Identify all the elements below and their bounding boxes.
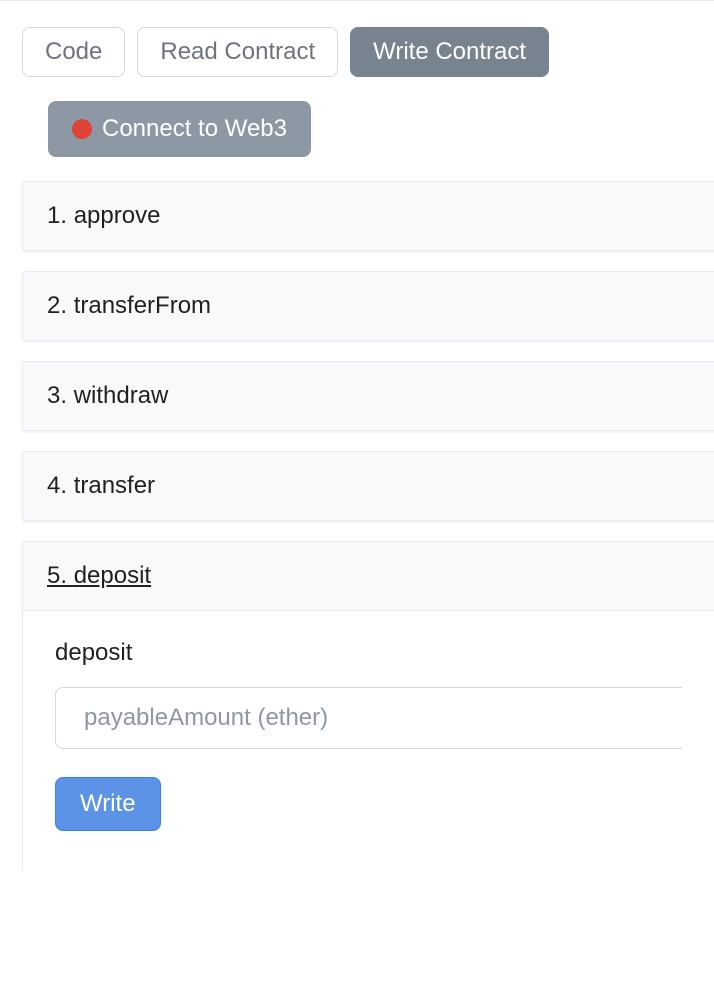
- function-item-transfer: 4. transfer: [22, 451, 714, 521]
- function-index: 3.: [47, 382, 67, 409]
- function-index: 4.: [47, 472, 67, 499]
- function-header-transfer[interactable]: 4. transfer: [22, 451, 714, 521]
- connection-status-icon: [72, 119, 92, 139]
- function-item-withdraw: 3. withdraw: [22, 361, 714, 431]
- write-functions-accordion: 1. approve 2. transferFrom 3. withdraw 4…: [22, 181, 714, 871]
- function-item-deposit: 5. deposit deposit Write: [22, 541, 714, 871]
- connect-row: Connect to Web3: [0, 77, 714, 181]
- function-index: 1.: [47, 202, 67, 229]
- function-name: deposit: [74, 562, 151, 589]
- function-item-approve: 1. approve: [22, 181, 714, 251]
- connect-web3-label: Connect to Web3: [102, 115, 287, 143]
- function-header-withdraw[interactable]: 3. withdraw: [22, 361, 714, 431]
- function-header-approve[interactable]: 1. approve: [22, 181, 714, 251]
- connect-web3-button[interactable]: Connect to Web3: [48, 101, 311, 157]
- function-index: 2.: [47, 292, 67, 319]
- tab-read-contract[interactable]: Read Contract: [137, 27, 338, 77]
- contract-tabs: Code Read Contract Write Contract: [0, 9, 714, 77]
- function-name: withdraw: [74, 382, 169, 409]
- function-header-transferfrom[interactable]: 2. transferFrom: [22, 271, 714, 341]
- tab-code[interactable]: Code: [22, 27, 125, 77]
- function-item-transferfrom: 2. transferFrom: [22, 271, 714, 341]
- function-body-deposit: deposit Write: [22, 611, 714, 871]
- function-header-deposit[interactable]: 5. deposit: [22, 541, 714, 611]
- tab-write-contract[interactable]: Write Contract: [350, 27, 549, 77]
- function-name: transfer: [74, 472, 155, 499]
- function-name: transferFrom: [74, 292, 211, 319]
- function-index: 5.: [47, 562, 67, 589]
- write-button[interactable]: Write: [55, 777, 161, 831]
- payable-amount-input[interactable]: [55, 687, 682, 749]
- function-label: deposit: [55, 639, 682, 667]
- function-name: approve: [74, 202, 161, 229]
